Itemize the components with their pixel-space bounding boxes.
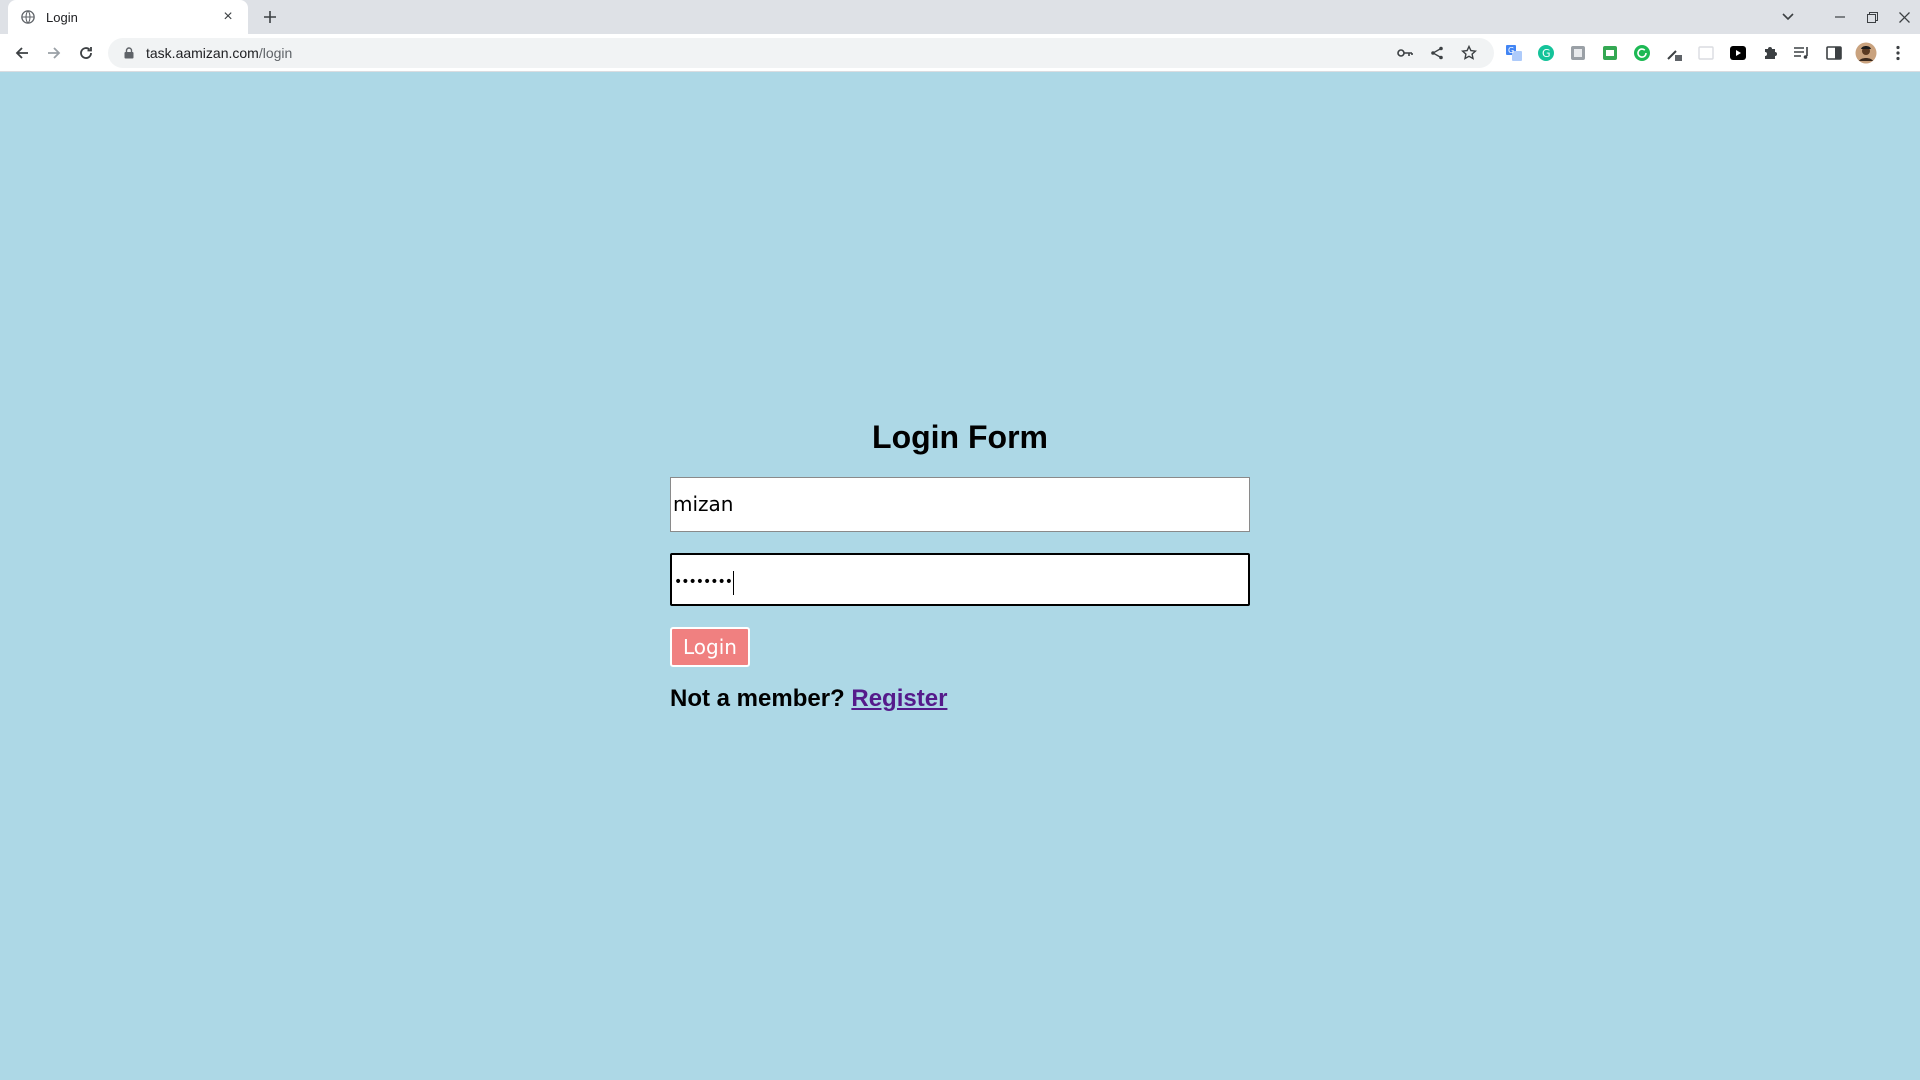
password-input[interactable]: ••••••••: [670, 553, 1250, 606]
register-prompt: Not a member? Register: [670, 685, 1250, 713]
tab-login[interactable]: Login ×: [8, 0, 248, 34]
tab-title: Login: [46, 9, 78, 25]
extension-green-icon[interactable]: [1596, 39, 1624, 67]
new-tab-button[interactable]: [258, 5, 282, 29]
page-content: Login Form mizan •••••••• Login Not a me…: [0, 72, 1920, 1080]
svg-text:G: G: [1542, 47, 1551, 60]
address-bar[interactable]: task.aamizan.com/login: [108, 38, 1494, 68]
translate-icon[interactable]: G: [1500, 39, 1528, 67]
page-title: Login Form: [872, 419, 1048, 455]
url-host: task.aamizan.com: [146, 45, 259, 61]
close-window-icon[interactable]: [1888, 0, 1920, 34]
back-button[interactable]: [8, 39, 36, 67]
login-form: Login Form mizan •••••••• Login Not a me…: [670, 417, 1250, 713]
grammarly-icon[interactable]: G: [1532, 39, 1560, 67]
lock-icon[interactable]: [122, 46, 136, 60]
restore-icon[interactable]: [1856, 0, 1888, 34]
tab-strip: Login ×: [0, 0, 1920, 34]
key-icon[interactable]: [1392, 40, 1418, 66]
extension-refresh-icon[interactable]: [1628, 39, 1656, 67]
username-input[interactable]: mizan: [670, 477, 1250, 532]
minimize-icon[interactable]: [1824, 0, 1856, 34]
more-icon[interactable]: [1884, 39, 1912, 67]
username-value: mizan: [673, 492, 734, 516]
play-icon[interactable]: [1724, 39, 1752, 67]
star-icon[interactable]: [1456, 40, 1482, 66]
eyedropper-icon[interactable]: [1660, 39, 1688, 67]
tab-close-icon[interactable]: ×: [218, 7, 238, 27]
globe-icon: [20, 9, 36, 25]
url-path: /login: [258, 45, 293, 61]
login-button[interactable]: Login: [670, 627, 750, 667]
forward-button[interactable]: [40, 39, 68, 67]
reading-list-icon[interactable]: [1788, 39, 1816, 67]
share-icon[interactable]: [1424, 40, 1450, 66]
text-caret: [733, 570, 735, 595]
tab-search-chevron-icon[interactable]: [1772, 0, 1804, 34]
side-panel-icon[interactable]: [1820, 39, 1848, 67]
url-text: task.aamizan.com/login: [146, 45, 292, 61]
window-controls: [1772, 0, 1920, 34]
extension-blank-icon[interactable]: [1692, 39, 1720, 67]
register-link[interactable]: Register: [851, 685, 947, 712]
member-text: Not a member?: [670, 685, 845, 712]
extension-gray-icon[interactable]: [1564, 39, 1592, 67]
svg-text:G: G: [1508, 46, 1514, 55]
reload-button[interactable]: [72, 39, 100, 67]
password-value: ••••••••: [674, 574, 733, 590]
puzzle-icon[interactable]: [1756, 39, 1784, 67]
extensions-bar: G G: [1500, 39, 1912, 67]
omnibox-actions: [1392, 38, 1482, 68]
avatar[interactable]: [1852, 39, 1880, 67]
browser-toolbar: task.aamizan.com/login G G: [0, 34, 1920, 72]
